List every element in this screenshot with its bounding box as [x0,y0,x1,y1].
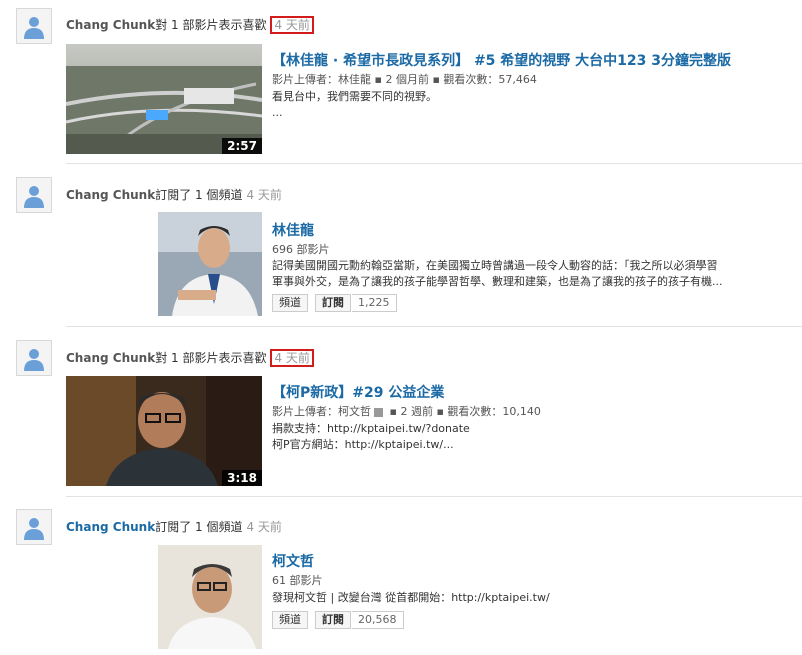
uploader-link[interactable]: 影片上傳者：林佳龍 [272,73,371,86]
view-count: 觀看次數：10,140 [447,405,541,418]
user-avatar-icon [21,13,47,39]
channel-portrait-image [158,212,262,316]
activity-text: 訂閱了 1 個頻道 [155,520,243,534]
author-link[interactable]: Chang Chunk [66,18,155,32]
subscriber-count: 1,225 [352,294,397,312]
activity-text: 對 1 部影片表示喜歡 [155,351,267,365]
timestamp: 4 天前 [246,188,282,202]
activity-header: Chang Chunk對 1 部影片表示喜歡 4 天前 [66,16,314,34]
upload-age: 2 週前 [400,405,433,418]
channel-video-count: 61 部影片 [272,574,323,587]
video-description: 看見台中，我們需要不同的視野。 ... [272,89,437,121]
channel-video-count: 696 部影片 [272,243,330,256]
desc-line: ... [272,106,283,119]
user-avatar-icon [21,182,47,208]
channel-thumbnail[interactable] [158,545,262,649]
author-link[interactable]: Chang Chunk [66,351,155,365]
desc-line: 發現柯文哲 | 改變台灣 從首都開始：http://kptaipei.tw/ [272,591,550,604]
video-thumbnail[interactable]: 3:18 [66,376,262,486]
desc-line: 看見台中，我們需要不同的視野。 [272,90,437,103]
desc-line: 捐款支持：http://kptaipei.tw/?donate [272,422,470,435]
subscribe-button[interactable]: 訂閱 [315,611,351,629]
desc-line: 柯P官方網站：http://kptaipei.tw/... [272,438,454,451]
video-title-link[interactable]: 【林佳龍 · 希望市長政見系列】 #5 希望的視野 大台中123 3分鐘完整版 [272,50,731,70]
timestamp: 4 天前 [270,16,314,34]
desc-line: 軍事與外交，是為了讓我的孩子能學習哲學、數理和建築，也是為了讓我的孩子的孩子有機… [272,275,723,288]
channel-description: 記得美國開國元勳約翰亞當斯，在美國獨立時曾講過一段令人動容的話：「我之所以必須學… [272,258,723,290]
verified-icon [374,407,383,417]
avatar[interactable] [16,509,52,545]
activity-header: Chang Chunk訂閱了 1 個頻道 4 天前 [66,518,282,535]
divider [66,163,802,164]
channel-name-link[interactable]: 柯文哲 [272,551,314,571]
channel-portrait-image [158,545,262,649]
channel-name-link[interactable]: 林佳龍 [272,220,314,240]
activity-header: Chang Chunk對 1 部影片表示喜歡 4 天前 [66,349,314,367]
avatar[interactable] [16,8,52,44]
video-meta: 影片上傳者：柯文哲 ▪ 2 週前 ▪ 觀看次數：10,140 [272,405,541,418]
activity-text: 對 1 部影片表示喜歡 [155,18,267,32]
activity-text: 訂閱了 1 個頻道 [155,188,243,202]
author-link[interactable]: Chang Chunk [66,188,155,202]
video-meta: 影片上傳者：林佳龍 ▪ 2 個月前 ▪ 觀看次數：57,464 [272,73,537,86]
subscriber-count: 20,568 [352,611,404,629]
video-title-link[interactable]: 【柯P新政】#29 公益企業 [272,382,444,402]
timestamp: 4 天前 [270,349,314,367]
activity-header: Chang Chunk訂閱了 1 個頻道 4 天前 [66,186,282,203]
avatar[interactable] [16,177,52,213]
video-duration: 2:57 [222,138,262,154]
video-thumbnail[interactable]: 2:57 [66,44,262,154]
channel-description: 發現柯文哲 | 改變台灣 從首都開始：http://kptaipei.tw/ [272,590,550,606]
author-link[interactable]: Chang Chunk [66,520,155,534]
upload-age: 2 個月前 [385,73,429,86]
channel-button[interactable]: 頻道 [272,611,308,629]
channel-button[interactable]: 頻道 [272,294,308,312]
channel-thumbnail[interactable] [158,212,262,316]
uploader-link[interactable]: 影片上傳者：柯文哲 [272,405,371,418]
desc-line: 記得美國開國元勳約翰亞當斯，在美國獨立時曾講過一段令人動容的話：「我之所以必須學… [272,259,718,272]
video-description: 捐款支持：http://kptaipei.tw/?donate 柯P官方網站：h… [272,421,470,453]
user-avatar-icon [21,345,47,371]
timestamp: 4 天前 [246,520,282,534]
view-count: 觀看次數：57,464 [443,73,537,86]
divider [66,496,802,497]
divider [66,326,802,327]
video-duration: 3:18 [222,470,262,486]
user-avatar-icon [21,514,47,540]
subscribe-button[interactable]: 訂閱 [315,294,351,312]
avatar[interactable] [16,340,52,376]
